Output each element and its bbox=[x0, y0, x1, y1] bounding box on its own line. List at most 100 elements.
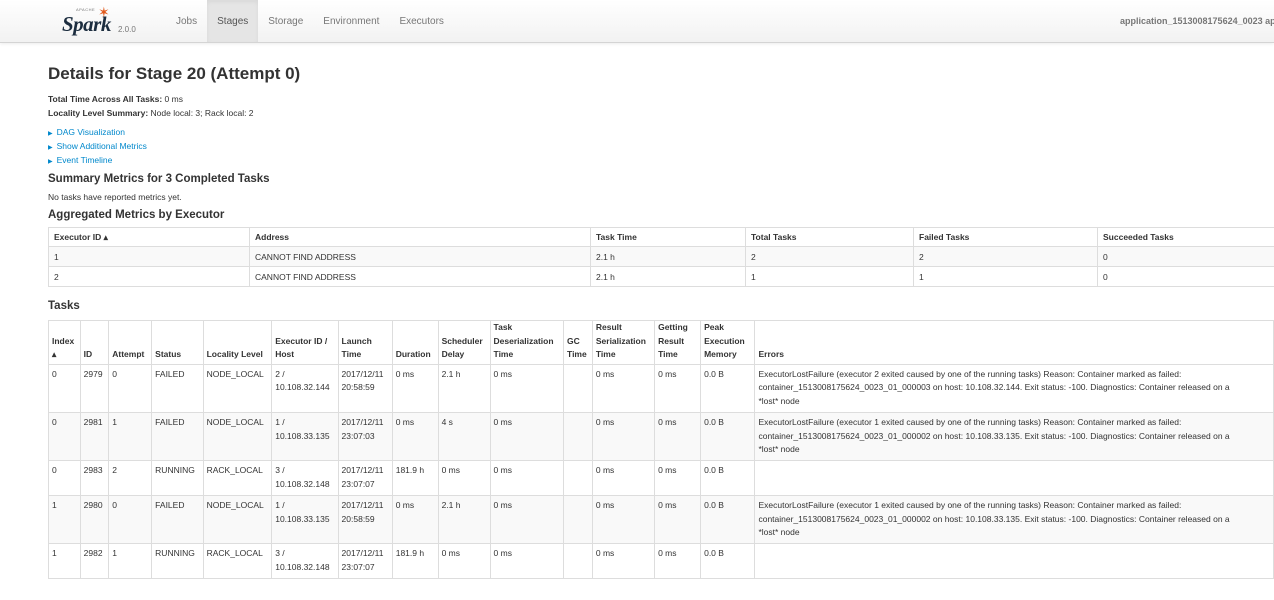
expand-triangle-icon: ▶ bbox=[48, 145, 53, 151]
header-line: Serialization bbox=[595, 335, 646, 346]
column-header-gc-time[interactable]: GC Time bbox=[563, 320, 593, 365]
executor-id: 1 / bbox=[275, 499, 285, 510]
cell-deserialization-time: 0 ms bbox=[489, 494, 565, 545]
cell-executor-host: 1 / 10.108.33.135 bbox=[271, 494, 339, 545]
table-row: 1 CANNOT FIND ADDRESS 2.1 h 2 2 0 bbox=[48, 246, 1274, 267]
nav-tab-stages[interactable]: Stages bbox=[207, 0, 259, 42]
launch-clock: 20:58:59 bbox=[341, 382, 375, 393]
column-header-errors[interactable]: Errors bbox=[754, 320, 1274, 365]
cell-id: 2982 bbox=[79, 543, 110, 579]
event-timeline-link[interactable]: ▶ Event Timeline bbox=[48, 153, 1274, 167]
column-header-task-time[interactable]: Task Time bbox=[590, 227, 746, 247]
column-header-total-tasks[interactable]: Total Tasks bbox=[745, 227, 914, 247]
cell-errors bbox=[754, 460, 1274, 496]
cell-failed-tasks: 2 bbox=[913, 246, 1098, 267]
cell-peak-memory: 0.0 B bbox=[700, 494, 756, 545]
nav-tab-storage[interactable]: Storage bbox=[258, 0, 313, 42]
error-line: container_1513008175624_0023_01_000003 o… bbox=[758, 382, 1230, 393]
column-header-failed-tasks[interactable]: Failed Tasks bbox=[913, 227, 1098, 247]
table-row: 0 2981 1 FAILED NODE_LOCAL 1 / 10.108.33.… bbox=[48, 411, 1274, 462]
sort-ascending-icon: ▴ bbox=[52, 349, 57, 359]
cell-duration: 0 ms bbox=[391, 363, 439, 413]
cell-errors: ExecutorLostFailure (executor 1 exited c… bbox=[754, 411, 1274, 462]
column-header-launch-time[interactable]: Launch Time bbox=[337, 320, 393, 365]
cell-id: 2983 bbox=[79, 460, 110, 496]
tasks-heading: Tasks bbox=[48, 300, 80, 312]
column-header-locality-level[interactable]: Locality Level bbox=[202, 320, 273, 365]
cell-getting-result-time: 0 ms bbox=[654, 460, 702, 496]
tasks-table: Index ▴ ID Attempt Status Locality Level … bbox=[48, 320, 1274, 579]
table-row: 0 2979 0 FAILED NODE_LOCAL 2 / 10.108.32.… bbox=[48, 363, 1274, 413]
error-line: *lost* node bbox=[758, 444, 800, 455]
column-header-attempt[interactable]: Attempt bbox=[108, 320, 153, 365]
header-line: Time bbox=[341, 349, 362, 359]
locality-summary-value: Node local: 3; Rack local: 2 bbox=[150, 108, 254, 118]
column-header-id[interactable]: ID bbox=[79, 320, 110, 365]
cell-address: CANNOT FIND ADDRESS bbox=[249, 246, 591, 267]
cell-serialization-time: 0 ms bbox=[591, 363, 656, 413]
cell-executor-host: 3 / 10.108.32.148 bbox=[271, 460, 339, 496]
table-row: 0 2983 2 RUNNING RACK_LOCAL 3 / 10.108.32… bbox=[48, 460, 1274, 496]
header-line: Time bbox=[595, 349, 616, 359]
show-additional-metrics-link[interactable]: ▶ Show Additional Metrics bbox=[48, 139, 1274, 153]
column-header-duration[interactable]: Duration bbox=[391, 320, 439, 365]
cell-scheduler-delay: 0 ms bbox=[437, 460, 491, 496]
summary-metrics-note: No tasks have reported metrics yet. bbox=[48, 192, 182, 202]
header-line: Delay bbox=[441, 349, 465, 359]
column-header-task-deserialization-time[interactable]: Task Deserialization Time bbox=[489, 320, 565, 365]
table-row: 1 2980 0 FAILED NODE_LOCAL 1 / 10.108.33.… bbox=[48, 494, 1274, 545]
spark-logo[interactable]: APACHE Spark ✶ 2.0.0 bbox=[62, 4, 152, 38]
launch-clock: 20:58:59 bbox=[341, 513, 375, 524]
cell-status: FAILED bbox=[151, 363, 204, 413]
header-line: Host bbox=[275, 349, 295, 359]
cell-launch-time: 2017/12/11 20:58:59 bbox=[337, 363, 393, 413]
header-line: Status bbox=[155, 349, 182, 359]
column-header-result-serialization-time[interactable]: Result Serialization Time bbox=[591, 320, 656, 365]
cell-executor-host: 3 / 10.108.32.148 bbox=[271, 543, 339, 579]
column-header-scheduler-delay[interactable]: Scheduler Delay bbox=[437, 320, 491, 365]
cell-peak-memory: 0.0 B bbox=[700, 543, 756, 579]
table-row: 1 2982 1 RUNNING RACK_LOCAL 3 / 10.108.32… bbox=[48, 543, 1274, 579]
dag-visualization-link[interactable]: ▶ DAG Visualization bbox=[48, 125, 1274, 139]
cell-scheduler-delay: 2.1 h bbox=[437, 494, 491, 545]
cell-errors: ExecutorLostFailure (executor 1 exited c… bbox=[754, 494, 1274, 545]
event-timeline-label: Event Timeline bbox=[56, 155, 113, 165]
nav-tab-executors[interactable]: Executors bbox=[389, 0, 453, 42]
spark-star-icon: ✶ bbox=[98, 4, 110, 20]
cell-gc-time bbox=[563, 363, 593, 413]
header-line: Errors bbox=[758, 349, 784, 359]
nav-tab-environment[interactable]: Environment bbox=[313, 0, 389, 42]
column-header-status[interactable]: Status bbox=[151, 320, 204, 365]
column-header-address[interactable]: Address bbox=[249, 227, 591, 247]
expand-triangle-icon: ▶ bbox=[48, 159, 53, 165]
header-line: Index bbox=[52, 335, 75, 346]
table-header-row: Executor ID ▴ Address Task Time Total Ta… bbox=[48, 227, 1274, 247]
cell-peak-memory: 0.0 B bbox=[700, 363, 756, 413]
column-header-succeeded-tasks[interactable]: Succeeded Tasks bbox=[1097, 227, 1274, 247]
summary-metrics-heading: Summary Metrics for 3 Completed Tasks bbox=[48, 173, 270, 185]
cell-deserialization-time: 0 ms bbox=[489, 543, 565, 579]
cell-serialization-time: 0 ms bbox=[591, 411, 656, 462]
header-line: Memory bbox=[704, 349, 737, 359]
cell-locality: RACK_LOCAL bbox=[202, 543, 273, 579]
error-line: ExecutorLostFailure (executor 1 exited c… bbox=[758, 499, 1182, 510]
header-line: Deserialization bbox=[493, 335, 554, 346]
header-line: Scheduler bbox=[441, 335, 483, 346]
aggregated-metrics-table: Executor ID ▴ Address Task Time Total Ta… bbox=[48, 227, 1274, 287]
launch-clock: 23:07:07 bbox=[341, 562, 375, 573]
column-header-getting-result-time[interactable]: Getting Result Time bbox=[654, 320, 702, 365]
column-header-peak-execution-memory[interactable]: Peak Execution Memory bbox=[700, 320, 756, 365]
nav-tab-jobs[interactable]: Jobs bbox=[166, 0, 207, 42]
header-line: Result bbox=[595, 322, 622, 332]
aggregated-metrics-heading: Aggregated Metrics by Executor bbox=[48, 209, 225, 221]
column-header-index[interactable]: Index ▴ bbox=[48, 320, 81, 365]
executor-id: 3 / bbox=[275, 548, 285, 559]
cell-locality: NODE_LOCAL bbox=[202, 494, 273, 545]
executor-id: 3 / bbox=[275, 465, 285, 476]
column-header-executor-id[interactable]: Executor ID ▴ bbox=[48, 227, 250, 247]
cell-launch-time: 2017/12/11 23:07:07 bbox=[337, 460, 393, 496]
cell-succeeded-tasks: 0 bbox=[1097, 266, 1274, 287]
host-address: 10.108.33.135 bbox=[275, 430, 330, 441]
cell-getting-result-time: 0 ms bbox=[654, 411, 702, 462]
column-header-executor-host[interactable]: Executor ID / Host bbox=[271, 320, 339, 365]
